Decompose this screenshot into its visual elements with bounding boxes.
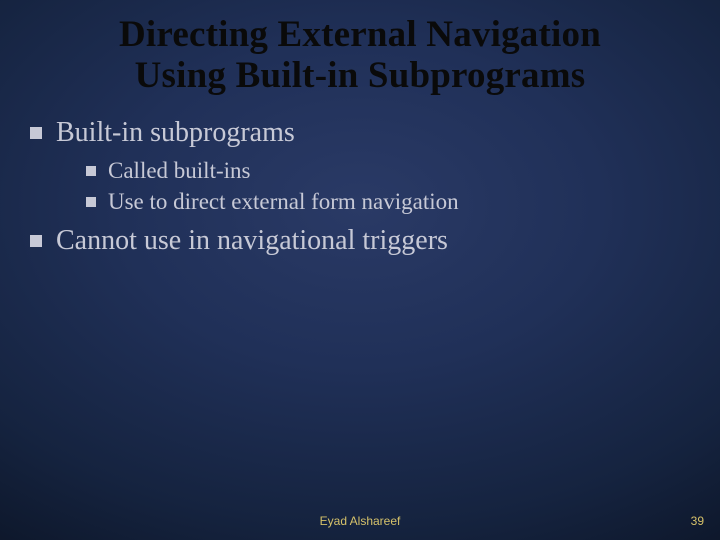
- bullet-level2: Use to direct external form navigation: [86, 187, 690, 216]
- slide-title: Directing External Navigation Using Buil…: [0, 0, 720, 101]
- square-bullet-icon: [86, 166, 96, 176]
- bullet-text: Built-in subprograms: [56, 115, 295, 150]
- square-bullet-icon: [30, 127, 42, 139]
- square-bullet-icon: [30, 235, 42, 247]
- bullet-level2: Called built-ins: [86, 156, 690, 185]
- slide: Directing External Navigation Using Buil…: [0, 0, 720, 540]
- bullet-text: Use to direct external form navigation: [108, 187, 459, 216]
- square-bullet-icon: [86, 197, 96, 207]
- footer-page-number: 39: [691, 514, 704, 528]
- bullet-level1: Built-in subprograms: [30, 115, 690, 150]
- slide-body: Built-in subprograms Called built-ins Us…: [0, 101, 720, 258]
- bullet-text: Cannot use in navigational triggers: [56, 223, 448, 258]
- bullet-level1: Cannot use in navigational triggers: [30, 223, 690, 258]
- title-line-1: Directing External Navigation: [119, 14, 601, 55]
- title-line-2: Using Built-in Subprograms: [135, 55, 586, 96]
- footer-author: Eyad Alshareef: [0, 514, 720, 528]
- bullet-text: Called built-ins: [108, 156, 250, 185]
